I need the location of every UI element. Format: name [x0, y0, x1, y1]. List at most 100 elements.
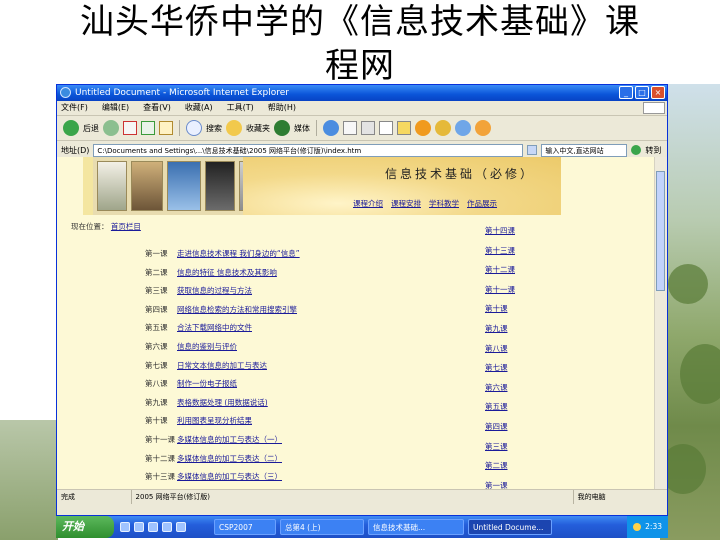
lesson-item[interactable]: 第九课 表格数据处理 (用数据说话) — [145, 394, 405, 413]
home-icon[interactable] — [159, 121, 173, 135]
quicklaunch-icon[interactable] — [120, 522, 130, 532]
works-list: 第十四课 第十三课 第十二课 第十一课 第十课 第九课 第八课 第七课 第六课 … — [485, 221, 535, 489]
address-dropdown-icon[interactable] — [527, 145, 538, 155]
scrollbar-thumb[interactable] — [656, 171, 665, 291]
task-button[interactable]: 总第4 (上) — [280, 519, 364, 535]
nav-link-teaching[interactable]: 学科教学 — [429, 198, 459, 209]
lesson-item[interactable]: 第二课 信息的特征 信息技术及其影响 — [145, 264, 405, 283]
messenger-icon[interactable] — [415, 120, 431, 136]
lesson-item[interactable]: 第十课 利用图表呈现分析结果 — [145, 412, 405, 431]
close-button[interactable]: × — [651, 86, 665, 99]
history-icon[interactable] — [323, 120, 339, 136]
slide-title-line1: 汕头华侨中学的《信息技术基础》课 — [80, 2, 640, 42]
browser-window: Untitled Document - Microsoft Internet E… — [56, 84, 668, 516]
site-banner: 信息技术基础（必修） 课程介绍 课程安排 学科教学 作品展示 — [83, 157, 561, 215]
works-link[interactable]: 第十二课 — [485, 260, 535, 280]
lesson-item[interactable]: 第一课 走进信息技术课程 我们身边的“信息” — [145, 245, 405, 264]
back-label[interactable]: 后退 — [83, 123, 99, 134]
banner-title: 信息技术基础（必修） — [385, 167, 536, 181]
works-link[interactable]: 第十课 — [485, 299, 535, 319]
works-link[interactable]: 第十四课 — [485, 221, 535, 241]
lesson-item[interactable]: 第八课 制作一份电子报纸 — [145, 375, 405, 394]
quicklaunch-icon[interactable] — [134, 522, 144, 532]
menu-tools[interactable]: 工具(T) — [227, 101, 254, 115]
page-content: 信息技术基础（必修） 课程介绍 课程安排 学科教学 作品展示 现在位置： 首页栏… — [57, 157, 655, 489]
works-link[interactable]: 第六课 — [485, 378, 535, 398]
go-button[interactable]: 转到 — [645, 145, 661, 156]
lesson-item[interactable]: 第十二课 多媒体信息的加工与表达（二） — [145, 450, 405, 469]
photo-computer — [205, 161, 235, 211]
web-search-input[interactable]: 输入中文,直达网站 — [541, 143, 628, 157]
volume-icon[interactable] — [633, 523, 642, 531]
start-button[interactable]: 开始 — [56, 516, 114, 538]
status-left: 完成 — [57, 490, 132, 504]
works-link[interactable]: 第八课 — [485, 339, 535, 359]
vertical-scrollbar[interactable] — [654, 157, 667, 489]
folder-icon[interactable] — [397, 121, 411, 135]
research-icon[interactable] — [475, 120, 491, 136]
quicklaunch-icon[interactable] — [148, 522, 158, 532]
slide-title: 汕头华侨中学的《信息技术基础》课 程网 — [0, 0, 720, 88]
minimize-button[interactable]: _ — [619, 86, 633, 99]
lesson-item[interactable]: 第六课 信息的鉴别与评价 — [145, 338, 405, 357]
nav-link-works[interactable]: 作品展示 — [467, 198, 497, 209]
nav-link-schedule[interactable]: 课程安排 — [391, 198, 421, 209]
works-link[interactable]: 第四课 — [485, 417, 535, 437]
works-link[interactable]: 第十一课 — [485, 280, 535, 300]
search-icon[interactable] — [186, 120, 202, 136]
stop-icon[interactable] — [123, 121, 137, 135]
mail-icon[interactable] — [343, 121, 357, 135]
works-link[interactable]: 第二课 — [485, 456, 535, 476]
lesson-item[interactable]: 第三课 获取信息的过程与方法 — [145, 282, 405, 301]
lesson-item[interactable]: 第七课 日常文本信息的加工与表达 — [145, 357, 405, 376]
back-arrow-icon[interactable] — [63, 120, 79, 136]
edit-icon[interactable] — [379, 121, 393, 135]
menu-bar: 文件(F) 编辑(E) 查看(V) 收藏(A) 工具(T) 帮助(H) — [57, 101, 667, 116]
menu-favorites[interactable]: 收藏(A) — [185, 101, 213, 115]
favorites-label[interactable]: 收藏夹 — [246, 123, 270, 134]
maximize-button[interactable]: □ — [635, 86, 649, 99]
task-button[interactable]: 信息技术基础... — [368, 519, 464, 535]
nav-link-intro[interactable]: 课程介绍 — [353, 198, 383, 209]
works-link[interactable]: 第三课 — [485, 437, 535, 457]
lesson-list: 第一课 走进信息技术课程 我们身边的“信息” 第二课 信息的特征 信息技术及其影响 … — [145, 245, 405, 487]
photo-tower — [97, 161, 127, 211]
favorites-star-icon[interactable] — [226, 120, 242, 136]
breadcrumb-prefix: 现在位置： — [71, 222, 109, 231]
print-icon[interactable] — [361, 121, 375, 135]
clock[interactable]: 2:33 — [645, 516, 662, 538]
media-label[interactable]: 媒体 — [294, 123, 310, 134]
toolbar: 后退 搜索 收藏夹 媒体 — [57, 116, 667, 141]
lesson-item[interactable]: 第十三课 多媒体信息的加工与表达（三） — [145, 468, 405, 487]
go-arrow-icon[interactable] — [631, 145, 642, 155]
search-label[interactable]: 搜索 — [206, 123, 222, 134]
quicklaunch-icon[interactable] — [176, 522, 186, 532]
task-button[interactable]: CSP2007 — [214, 519, 276, 535]
menu-file[interactable]: 文件(F) — [61, 101, 88, 115]
quicklaunch-icon[interactable] — [162, 522, 172, 532]
works-link[interactable]: 第五课 — [485, 397, 535, 417]
photo-earth — [167, 161, 201, 211]
smiley-icon[interactable] — [455, 120, 471, 136]
works-link[interactable]: 第九课 — [485, 319, 535, 339]
task-button-active[interactable]: Untitled Docume... — [468, 519, 552, 535]
decorative-landscape — [660, 84, 720, 540]
works-link[interactable]: 第七课 — [485, 358, 535, 378]
forward-arrow-icon[interactable] — [103, 120, 119, 136]
menu-help[interactable]: 帮助(H) — [268, 101, 296, 115]
menu-view[interactable]: 查看(V) — [143, 101, 171, 115]
address-input[interactable]: C:\Documents and Settings\...\信息技术基础\200… — [93, 143, 524, 157]
works-link[interactable]: 第一课 — [485, 476, 535, 489]
qq-icon[interactable] — [435, 120, 451, 136]
lesson-item[interactable]: 第五课 合法下载网络中的文件 — [145, 319, 405, 338]
media-icon[interactable] — [274, 120, 290, 136]
status-middle: 2005 网络平台(修订版) — [132, 490, 574, 504]
slide-title-line2: 程网 — [325, 46, 395, 86]
ie-icon — [60, 87, 71, 98]
menu-edit[interactable]: 编辑(E) — [102, 101, 129, 115]
refresh-icon[interactable] — [141, 121, 155, 135]
breadcrumb-link[interactable]: 首页栏目 — [111, 222, 141, 231]
works-link[interactable]: 第十三课 — [485, 241, 535, 261]
lesson-item[interactable]: 第十一课 多媒体信息的加工与表达（一） — [145, 431, 405, 450]
lesson-item[interactable]: 第四课 网络信息检索的方法和常用搜索引擎 — [145, 301, 405, 320]
